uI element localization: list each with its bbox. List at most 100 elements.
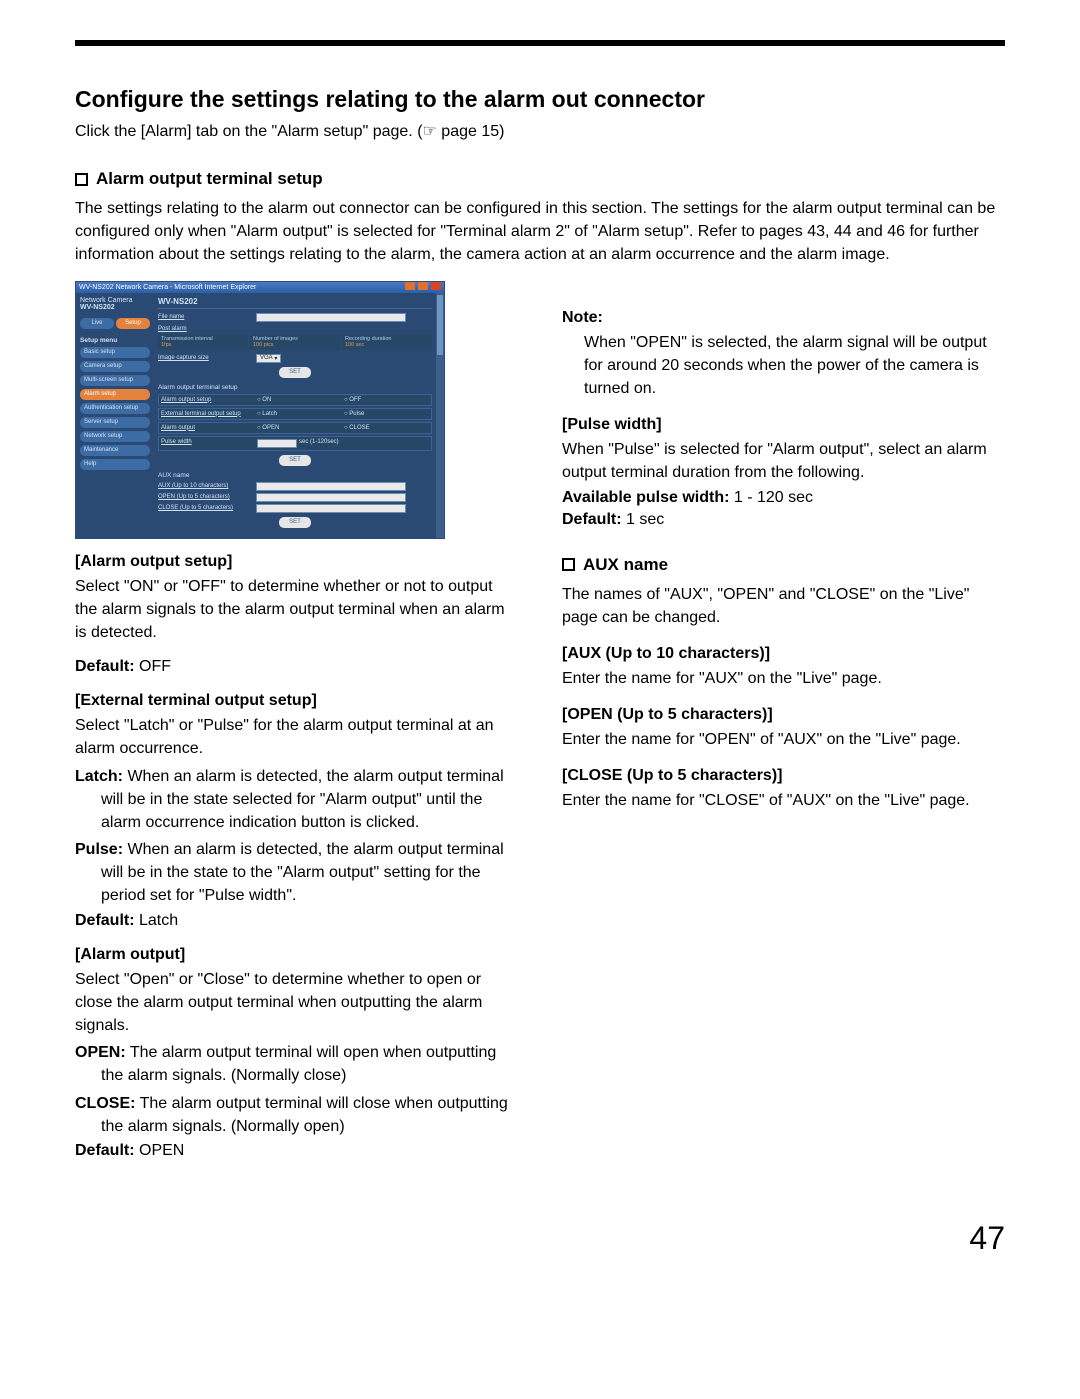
section-heading-text: Alarm output terminal setup — [96, 169, 323, 189]
capture-size-select[interactable]: VGA ▾ — [256, 354, 281, 363]
sidebar-item-auth[interactable]: Authentication setup — [80, 403, 150, 414]
ext-terminal-label: [External terminal output setup] — [75, 692, 518, 710]
alarm-output-open[interactable]: ○ OPEN — [257, 425, 342, 431]
sidebar-item-multiscreen[interactable]: Multi-screen setup — [80, 375, 150, 386]
rec-duration-value: 100 sec — [345, 342, 429, 348]
alarm-output-close[interactable]: ○ CLOSE — [344, 425, 429, 431]
alarm-output-body: Select "Open" or "Close" to determine wh… — [75, 968, 518, 1038]
alarm-output-key: Alarm output — [161, 425, 255, 431]
set-button-2[interactable]: SET — [279, 455, 311, 466]
sidebar-item-maintenance[interactable]: Maintenance — [80, 445, 150, 456]
ext-terminal-key: External terminal output setup — [161, 411, 255, 417]
model-label: Network Camera WV-NS202 — [80, 297, 150, 312]
alarm-output-setup-body: Select "ON" or "OFF" to determine whethe… — [75, 575, 518, 645]
aux10-label: [AUX (Up to 10 characters)] — [562, 645, 1005, 663]
top-divider — [75, 40, 1005, 46]
ext-terminal-pulse[interactable]: ○ Pulse — [344, 411, 429, 417]
main-model-header: WV-NS202 — [158, 297, 432, 309]
ext-terminal-latch: Latch: When an alarm is detected, the al… — [75, 765, 518, 835]
model-number: WV-NS202 — [80, 304, 115, 311]
capture-size-label: Image capture size — [158, 355, 252, 361]
ext-terminal-body: Select "Latch" or "Pulse" for the alarm … — [75, 714, 518, 760]
tx-interval-value: 1fps — [161, 342, 245, 348]
pulse-width-input[interactable] — [257, 439, 297, 448]
post-alarm-stats: Transmission interval 1fps Number of ima… — [158, 334, 432, 350]
alarm-output-setup-default: Default: OFF — [75, 658, 518, 676]
document-page: Configure the settings relating to the a… — [0, 0, 1080, 1287]
row-alarm-output: Alarm output ○ OPEN ○ CLOSE — [158, 422, 432, 434]
section-heading: Alarm output terminal setup — [75, 169, 1005, 189]
pulse-width-label: [Pulse width] — [562, 416, 1005, 434]
square-bullet-icon — [562, 558, 575, 571]
note-body: When "OPEN" is selected, the alarm signa… — [584, 331, 1005, 401]
close5-key: CLOSE (Up to 5 characters) — [158, 505, 252, 511]
set-button-1[interactable]: SET — [279, 367, 311, 378]
aux10-key: AUX (Up to 10 characters) — [158, 483, 252, 489]
row-external-terminal: External terminal output setup ○ Latch ○… — [158, 408, 432, 420]
alarm-output-default: Default: OPEN — [75, 1142, 518, 1160]
close5-label: [CLOSE (Up to 5 characters)] — [562, 767, 1005, 785]
left-column: WV-NS202 Network Camera - Microsoft Inte… — [75, 281, 518, 1160]
intro-line: Click the [Alarm] tab on the "Alarm setu… — [75, 121, 1005, 141]
minimize-icon[interactable] — [405, 282, 415, 290]
browser-titlebar: WV-NS202 Network Camera - Microsoft Inte… — [76, 282, 444, 293]
sidebar-item-basic[interactable]: Basic setup — [80, 347, 150, 358]
maximize-icon[interactable] — [418, 282, 428, 290]
alarm-output-setup-key: Alarm output setup — [161, 397, 255, 403]
ext-terminal-default: Default: Latch — [75, 912, 518, 930]
setup-menu-label: Setup menu — [80, 337, 150, 344]
sidebar-item-help[interactable]: Help — [80, 459, 150, 470]
sidebar-item-camera[interactable]: Camera setup — [80, 361, 150, 372]
alarm-output-label: [Alarm output] — [75, 946, 518, 964]
brand-line: Network Camera — [80, 297, 133, 304]
pulse-width-key: Pulse width — [161, 439, 255, 448]
capture-size-value: VGA — [260, 355, 273, 361]
two-column-layout: WV-NS202 Network Camera - Microsoft Inte… — [75, 281, 1005, 1160]
aux10-input[interactable] — [256, 482, 406, 491]
sidebar-item-server[interactable]: Server setup — [80, 417, 150, 428]
alarm-output-close: CLOSE: The alarm output terminal will cl… — [75, 1092, 518, 1138]
file-name-input[interactable] — [256, 313, 406, 322]
tab-live[interactable]: Live — [80, 318, 114, 329]
num-images-cell: Number of images 100 pics — [250, 334, 340, 350]
set-button-3[interactable]: SET — [279, 517, 311, 528]
close-icon[interactable] — [431, 282, 441, 290]
alarm-output-setup-label: [Alarm output setup] — [75, 553, 518, 571]
pulse-width-default: Default: 1 sec — [562, 511, 1005, 529]
main-panel: WV-NS202 File name Post alarm Transmissi… — [154, 293, 436, 538]
rec-duration-cell: Recording duration 100 sec — [342, 334, 432, 350]
browser-window: WV-NS202 Network Camera - Microsoft Inte… — [75, 281, 445, 539]
row-alarm-output-setup: Alarm output setup ○ ON ○ OFF — [158, 394, 432, 406]
file-name-label: File name — [158, 314, 252, 320]
open5-body: Enter the name for "OPEN" of "AUX" on th… — [562, 728, 1005, 751]
open5-label: [OPEN (Up to 5 characters)] — [562, 706, 1005, 724]
row-pulse-width: Pulse width sec (1-120sec) — [158, 436, 432, 451]
pulse-width-avail: Available pulse width: 1 - 120 sec — [562, 489, 1005, 507]
pulse-width-range: sec (1-120sec) — [299, 439, 429, 448]
alarm-output-setup-off[interactable]: ○ OFF — [344, 397, 429, 403]
aux-name-heading-text: AUX name — [583, 555, 668, 575]
close5-body: Enter the name for "CLOSE" of "AUX" on t… — [562, 789, 1005, 812]
window-control-buttons — [404, 282, 441, 292]
section-paragraph: The settings relating to the alarm out c… — [75, 197, 1005, 267]
alarm-output-setup-on[interactable]: ○ ON — [257, 397, 342, 403]
open5-input[interactable] — [256, 493, 406, 502]
page-number: 47 — [75, 1220, 1005, 1257]
right-column: Note: When "OPEN" is selected, the alarm… — [562, 281, 1005, 827]
camera-admin-screenshot: WV-NS202 Network Camera - Microsoft Inte… — [75, 281, 445, 531]
sidebar: Network Camera WV-NS202 Live Setup Setup… — [76, 293, 154, 538]
sidebar-item-alarm[interactable]: Alarm setup — [80, 389, 150, 400]
ext-terminal-latch[interactable]: ○ Latch — [257, 411, 342, 417]
aux-name-body: The names of "AUX", "OPEN" and "CLOSE" o… — [562, 583, 1005, 629]
post-alarm-label: Post alarm — [158, 326, 432, 332]
close5-input[interactable] — [256, 504, 406, 513]
tab-setup[interactable]: Setup — [116, 318, 150, 329]
scrollbar[interactable] — [436, 293, 444, 538]
scrollbar-thumb[interactable] — [437, 295, 443, 355]
page-title: Configure the settings relating to the a… — [75, 86, 1005, 113]
ext-terminal-pulse: Pulse: When an alarm is detected, the al… — [75, 838, 518, 908]
camera-admin-body: Network Camera WV-NS202 Live Setup Setup… — [76, 293, 436, 538]
open5-key: OPEN (Up to 5 characters) — [158, 494, 252, 500]
top-tabs: Live Setup — [80, 318, 150, 329]
sidebar-item-network[interactable]: Network setup — [80, 431, 150, 442]
